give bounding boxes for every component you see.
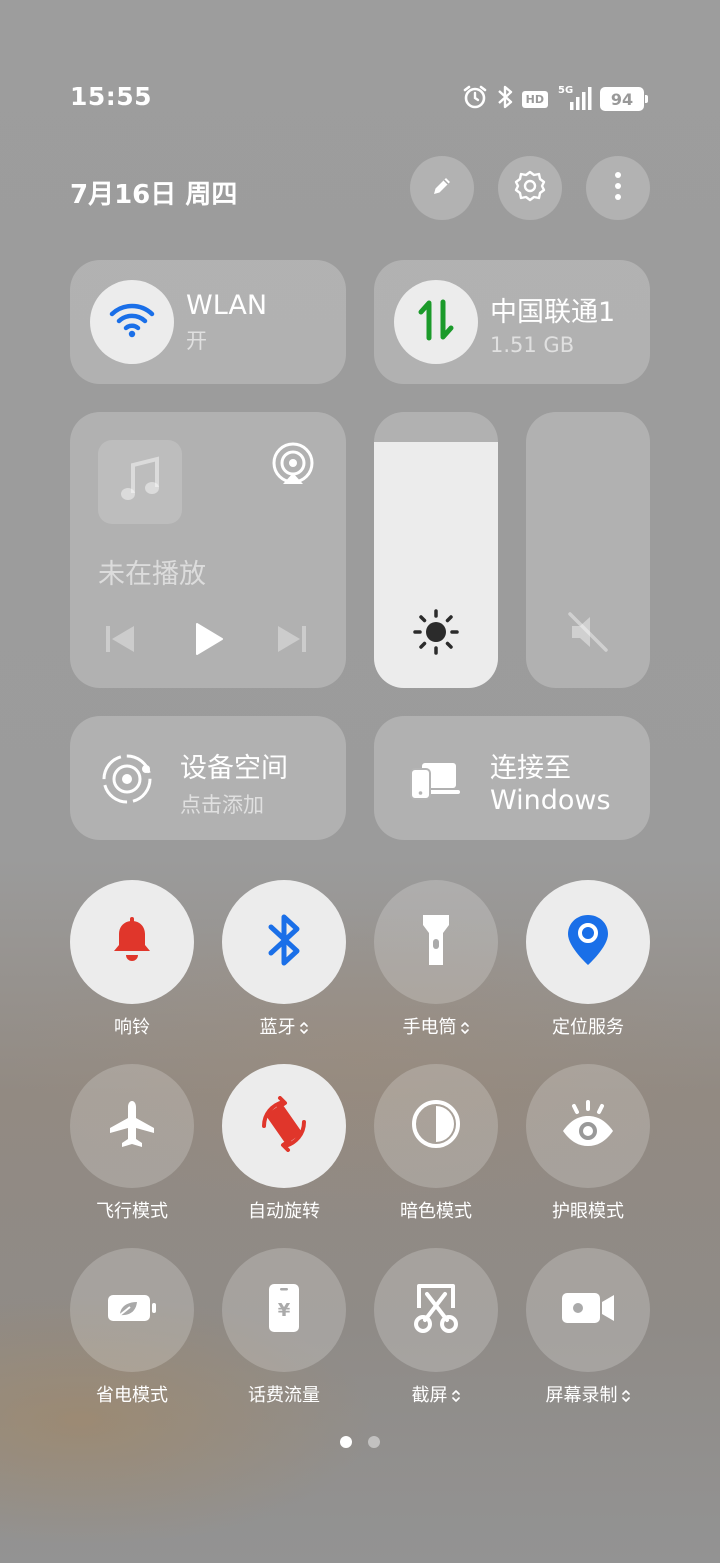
- connect-windows-tile[interactable]: 连接至 Windows: [374, 716, 650, 840]
- chevron-updown-icon: [448, 1385, 461, 1406]
- phone-bill-icon: ¥: [267, 1282, 301, 1338]
- toggle-auto-rotate[interactable]: [222, 1064, 346, 1188]
- volume-slider[interactable]: [526, 412, 650, 688]
- status-icons: HD 5G 94: [462, 84, 648, 114]
- device-space-title: 设备空间: [180, 753, 288, 784]
- toggle-label: 响铃: [114, 1017, 150, 1038]
- chevron-updown-icon: [457, 1017, 470, 1038]
- data-usage: 1.51 GB: [490, 333, 575, 357]
- edit-button[interactable]: [410, 156, 474, 220]
- screenshot-icon: [411, 1282, 461, 1338]
- cast-button[interactable]: [270, 442, 316, 492]
- mobile-data-toggle[interactable]: [394, 280, 478, 364]
- bluetooth-icon: [266, 912, 302, 972]
- wlan-title: WLAN: [186, 290, 268, 321]
- media-status: 未在播放: [98, 559, 206, 590]
- music-note-icon: [118, 455, 162, 509]
- wlan-toggle[interactable]: [90, 280, 174, 364]
- location-icon: [566, 913, 610, 971]
- screen-record-icon: [560, 1290, 616, 1330]
- airplane-icon: [106, 1098, 158, 1154]
- bluetooth-icon: [496, 84, 514, 114]
- devices-icon: [410, 760, 460, 804]
- play-button[interactable]: [194, 622, 224, 660]
- toggle-label: 蓝牙: [208, 1013, 360, 1039]
- device-space-subtitle: 点击添加: [180, 793, 264, 817]
- next-button[interactable]: [276, 624, 308, 658]
- toggle-eye-comfort[interactable]: [526, 1064, 650, 1188]
- toggle-battery-saver[interactable]: [70, 1248, 194, 1372]
- mute-icon: [564, 608, 612, 660]
- toggle-label: 话费流量: [248, 1385, 320, 1406]
- toggle-label: 手电筒: [360, 1013, 512, 1039]
- battery-saver-icon: [106, 1291, 158, 1329]
- svg-text:¥: ¥: [278, 1300, 291, 1321]
- wlan-tile[interactable]: WLAN 开: [70, 260, 346, 384]
- next-icon: [276, 626, 308, 658]
- toggle-label: 省电模式: [96, 1385, 168, 1406]
- orbit-icon: [100, 752, 154, 810]
- toggle-ring[interactable]: [70, 880, 194, 1004]
- chevron-updown-icon: [618, 1385, 631, 1406]
- toggle-dark-mode[interactable]: [374, 1064, 498, 1188]
- toggle-label: 定位服务: [552, 1017, 624, 1038]
- signal-icon: 5G: [556, 85, 592, 111]
- toggle-screen-record[interactable]: [526, 1248, 650, 1372]
- play-icon: [194, 623, 224, 660]
- toggle-location[interactable]: [526, 880, 650, 1004]
- battery-icon: 94: [600, 87, 648, 111]
- brightness-icon: [412, 608, 460, 660]
- toggle-flashlight[interactable]: [374, 880, 498, 1004]
- brightness-slider[interactable]: [374, 412, 498, 688]
- mobile-data-tile[interactable]: 中国联通1 1.51 GB: [374, 260, 650, 384]
- connect-windows-line1: 连接至: [490, 753, 571, 784]
- toggle-label: 自动旋转: [248, 1201, 320, 1222]
- toggle-label: 护眼模式: [552, 1201, 624, 1222]
- flashlight-icon: [421, 911, 451, 973]
- more-icon: [614, 171, 622, 205]
- toggle-airplane-mode[interactable]: [70, 1064, 194, 1188]
- toggle-screenshot[interactable]: [374, 1248, 498, 1372]
- connect-windows-line2: Windows: [490, 785, 611, 816]
- status-time: 15:55: [70, 82, 153, 111]
- settings-button[interactable]: [498, 156, 562, 220]
- hd-icon: HD: [521, 90, 548, 108]
- eye-comfort-icon: [560, 1099, 616, 1153]
- settings-icon: [513, 169, 547, 207]
- alarm-icon: [462, 84, 488, 114]
- data-transfer-icon: [416, 298, 456, 346]
- wifi-icon: [108, 300, 156, 344]
- toggle-bluetooth[interactable]: [222, 880, 346, 1004]
- chevron-updown-icon: [296, 1017, 309, 1038]
- toggle-label: 暗色模式: [400, 1201, 472, 1222]
- previous-icon: [104, 626, 136, 658]
- toggle-phone-bill[interactable]: ¥: [222, 1248, 346, 1372]
- previous-button[interactable]: [104, 624, 136, 658]
- device-space-tile[interactable]: 设备空间 点击添加: [70, 716, 346, 840]
- carrier-name: 中国联通1: [490, 297, 616, 328]
- page-dot[interactable]: [368, 1436, 380, 1448]
- toggle-label: 屏幕录制: [512, 1381, 664, 1407]
- edit-icon: [429, 173, 455, 203]
- toggle-label: 飞行模式: [96, 1201, 168, 1222]
- page-dot-active[interactable]: [340, 1436, 352, 1448]
- album-art: [98, 440, 182, 524]
- cast-icon: [270, 442, 316, 492]
- media-player-tile[interactable]: 未在播放: [70, 412, 346, 688]
- bell-icon: [107, 915, 157, 969]
- toggle-label: 截屏: [360, 1381, 512, 1407]
- more-button[interactable]: [586, 156, 650, 220]
- dark-mode-icon: [410, 1098, 462, 1154]
- auto-rotate-icon: [254, 1096, 314, 1156]
- wlan-status: 开: [186, 329, 207, 353]
- date-label: 7月16日 周四: [70, 180, 238, 210]
